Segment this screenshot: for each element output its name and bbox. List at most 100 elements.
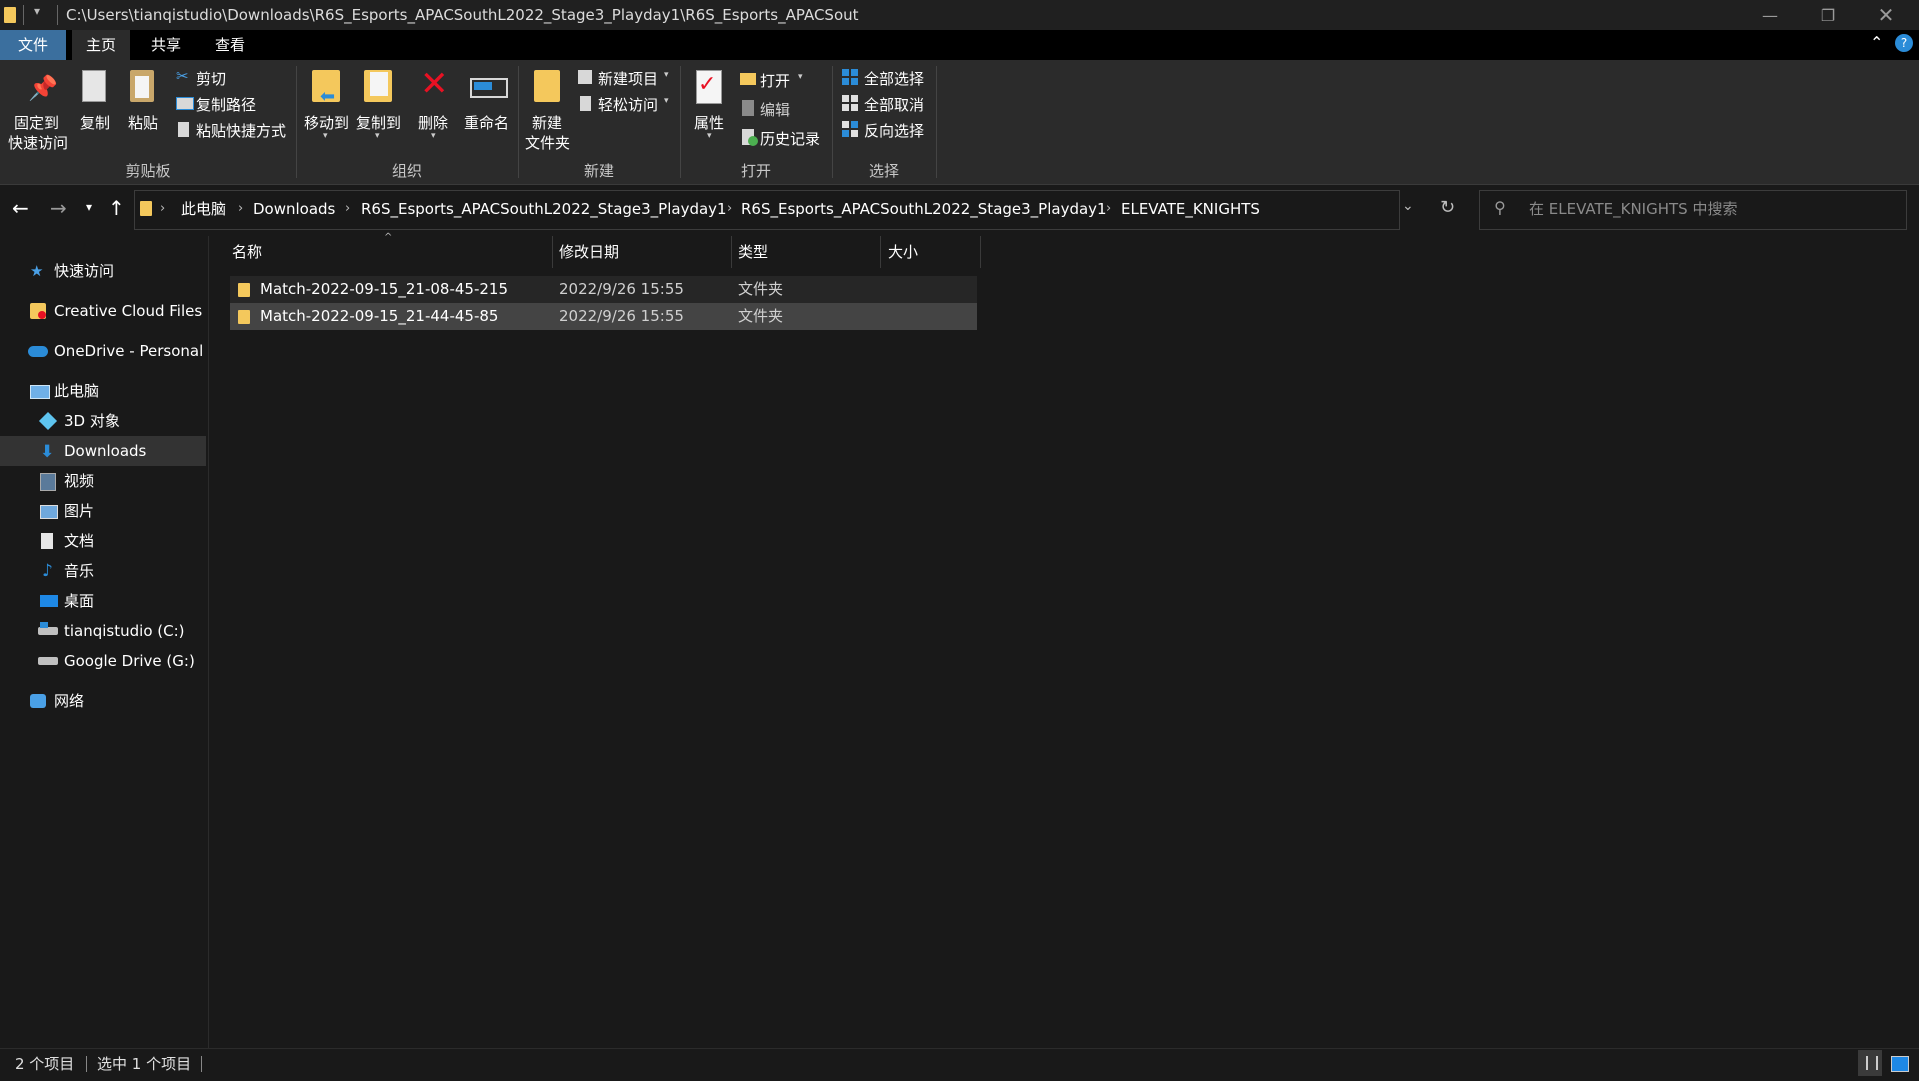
- move-to-button[interactable]: ⬅ 移动到 ▾: [302, 68, 352, 141]
- tab-view[interactable]: 查看: [202, 30, 258, 60]
- nav-item-network[interactable]: 网络: [0, 686, 206, 716]
- dropdown-icon: ▾: [664, 96, 669, 106]
- rename-button[interactable]: 重命名: [460, 68, 516, 138]
- nav-item-quick-access[interactable]: ★ 快速访问: [0, 256, 206, 286]
- column-header-name[interactable]: 名称: [232, 236, 552, 268]
- history-button[interactable]: 历史记录: [740, 128, 824, 148]
- document-icon: [41, 533, 53, 549]
- drive-icon: [38, 657, 58, 665]
- delete-label: 删除: [418, 114, 449, 132]
- open-button[interactable]: 打开 ▾: [740, 70, 810, 90]
- details-view-button[interactable]: [1858, 1050, 1882, 1076]
- breadcrumb-chevron-icon[interactable]: ›: [345, 190, 350, 228]
- delete-button[interactable]: ✕ 删除 ▾: [414, 64, 454, 141]
- properties-button[interactable]: ✓ 属性 ▾: [690, 68, 730, 141]
- check-icon: ✓: [698, 72, 717, 97]
- copy-button[interactable]: 复制: [76, 70, 116, 134]
- tab-share[interactable]: 共享: [138, 30, 194, 60]
- breadcrumb-chevron-icon[interactable]: ›: [727, 190, 732, 228]
- column-header-modified[interactable]: 修改日期: [559, 236, 729, 268]
- file-type: 文件夹: [738, 280, 784, 298]
- open-folder-icon: [740, 73, 756, 85]
- restore-button[interactable]: ❐: [1799, 0, 1857, 30]
- up-arrow-icon[interactable]: ↑: [108, 196, 125, 220]
- ribbon-collapse-icon[interactable]: ⌃: [1870, 33, 1883, 52]
- file-name: Match-2022-09-15_21-44-45-85: [260, 307, 499, 325]
- new-folder-button[interactable]: 新建 文件夹: [522, 68, 576, 154]
- close-button[interactable]: ✕: [1857, 0, 1915, 30]
- column-divider[interactable]: [552, 236, 553, 268]
- refresh-icon[interactable]: ↻: [1440, 197, 1455, 218]
- windows-logo-icon: [40, 622, 48, 628]
- column-divider[interactable]: [880, 236, 881, 268]
- help-icon[interactable]: ?: [1895, 34, 1913, 52]
- nav-item-creative-cloud[interactable]: Creative Cloud Files: [0, 296, 206, 326]
- nav-item-videos[interactable]: 视频: [0, 466, 206, 496]
- forward-arrow-icon[interactable]: →: [50, 196, 67, 220]
- nav-item-documents[interactable]: 文档: [0, 526, 206, 556]
- column-header-type[interactable]: 类型: [738, 236, 878, 268]
- nav-label: OneDrive - Personal: [54, 342, 204, 360]
- tab-file[interactable]: 文件: [0, 30, 66, 60]
- new-item-icon: [578, 70, 592, 84]
- large-icons-view-button[interactable]: [1886, 1050, 1912, 1076]
- breadcrumb-this-pc[interactable]: 此电脑: [181, 190, 226, 228]
- edit-button[interactable]: 编辑: [740, 99, 810, 119]
- breadcrumb-downloads[interactable]: Downloads: [253, 190, 335, 228]
- nav-label: 音乐: [64, 562, 95, 580]
- copy-to-button[interactable]: 复制到 ▾: [354, 68, 404, 141]
- nav-item-drive-c[interactable]: tianqistudio (C:): [0, 616, 206, 646]
- breadcrumb-playday1[interactable]: R6S_Esports_APACSouthL2022_Stage3_Playda…: [741, 190, 1107, 228]
- nav-item-desktop[interactable]: 桌面: [0, 586, 206, 616]
- column-divider[interactable]: [980, 236, 981, 268]
- column-header-size[interactable]: 大小: [888, 236, 978, 268]
- recent-locations-chevron-icon[interactable]: ▾: [86, 200, 92, 214]
- address-history-chevron-icon[interactable]: ⌄: [1402, 198, 1414, 214]
- nav-item-pictures[interactable]: 图片: [0, 496, 206, 526]
- nav-label: 图片: [64, 502, 95, 520]
- file-row[interactable]: Match-2022-09-15_21-08-45-215 2022/9/26 …: [230, 276, 977, 303]
- breadcrumb-chevron-icon[interactable]: ›: [238, 190, 243, 228]
- arrow-left-icon: ⬅: [320, 86, 336, 107]
- invert-selection-button[interactable]: 反向选择: [842, 120, 932, 140]
- select-none-button[interactable]: 全部取消: [842, 94, 932, 114]
- delete-x-icon: ✕: [420, 64, 449, 104]
- tab-home[interactable]: 主页: [72, 30, 130, 60]
- nav-label: Downloads: [64, 442, 147, 460]
- file-row-selected[interactable]: Match-2022-09-15_21-44-45-85 2022/9/26 1…: [230, 303, 977, 330]
- ribbon-tab-bar: [0, 30, 1919, 60]
- breadcrumb-chevron-icon[interactable]: ›: [1106, 190, 1111, 228]
- properties-label: 属性: [694, 114, 725, 132]
- select-none-icon: [842, 95, 858, 111]
- picture-icon: [40, 505, 58, 519]
- nav-item-onedrive[interactable]: OneDrive - Personal: [0, 336, 206, 366]
- paste-button[interactable]: 粘贴: [126, 70, 166, 134]
- new-item-button[interactable]: 新建项目 ▾: [578, 68, 678, 88]
- column-divider[interactable]: [731, 236, 732, 268]
- breadcrumb-current-folder[interactable]: ELEVATE_KNIGHTS: [1121, 190, 1260, 228]
- divider: [86, 1056, 87, 1072]
- nav-item-drive-g[interactable]: Google Drive (G:): [0, 646, 206, 676]
- pin-to-quick-access-button[interactable]: 📌 固定到 快速访问: [6, 70, 70, 156]
- paste-shortcut-label: 粘贴快捷方式: [196, 122, 287, 140]
- nav-item-this-pc[interactable]: 此电脑: [0, 376, 206, 406]
- breadcrumb-playday1-parent[interactable]: R6S_Esports_APACSouthL2022_Stage3_Playda…: [361, 190, 727, 228]
- creative-cloud-badge-icon: [38, 311, 46, 319]
- file-modified: 2022/9/26 15:55: [559, 280, 684, 298]
- easy-access-button[interactable]: 轻松访问 ▾: [578, 94, 678, 114]
- quick-access-toolbar-dropdown-icon[interactable]: ▾: [34, 4, 40, 18]
- breadcrumb-chevron-icon[interactable]: ›: [160, 190, 165, 228]
- minimize-button[interactable]: —: [1741, 0, 1799, 30]
- path-icon: [176, 97, 194, 110]
- paste-shortcut-button[interactable]: 粘贴快捷方式: [174, 120, 294, 140]
- search-icon: ⚲: [1494, 198, 1506, 217]
- new-folder-label-2: 文件夹: [525, 134, 571, 152]
- nav-item-downloads[interactable]: ⬇ Downloads: [0, 436, 206, 466]
- cube-icon: [38, 411, 58, 431]
- back-arrow-icon[interactable]: ←: [12, 196, 29, 220]
- nav-item-music[interactable]: ♪ 音乐: [0, 556, 206, 586]
- select-none-label: 全部取消: [864, 96, 925, 114]
- select-all-button[interactable]: 全部选择: [842, 68, 932, 88]
- new-item-label: 新建项目: [598, 70, 659, 88]
- nav-item-3d-objects[interactable]: 3D 对象: [0, 406, 206, 436]
